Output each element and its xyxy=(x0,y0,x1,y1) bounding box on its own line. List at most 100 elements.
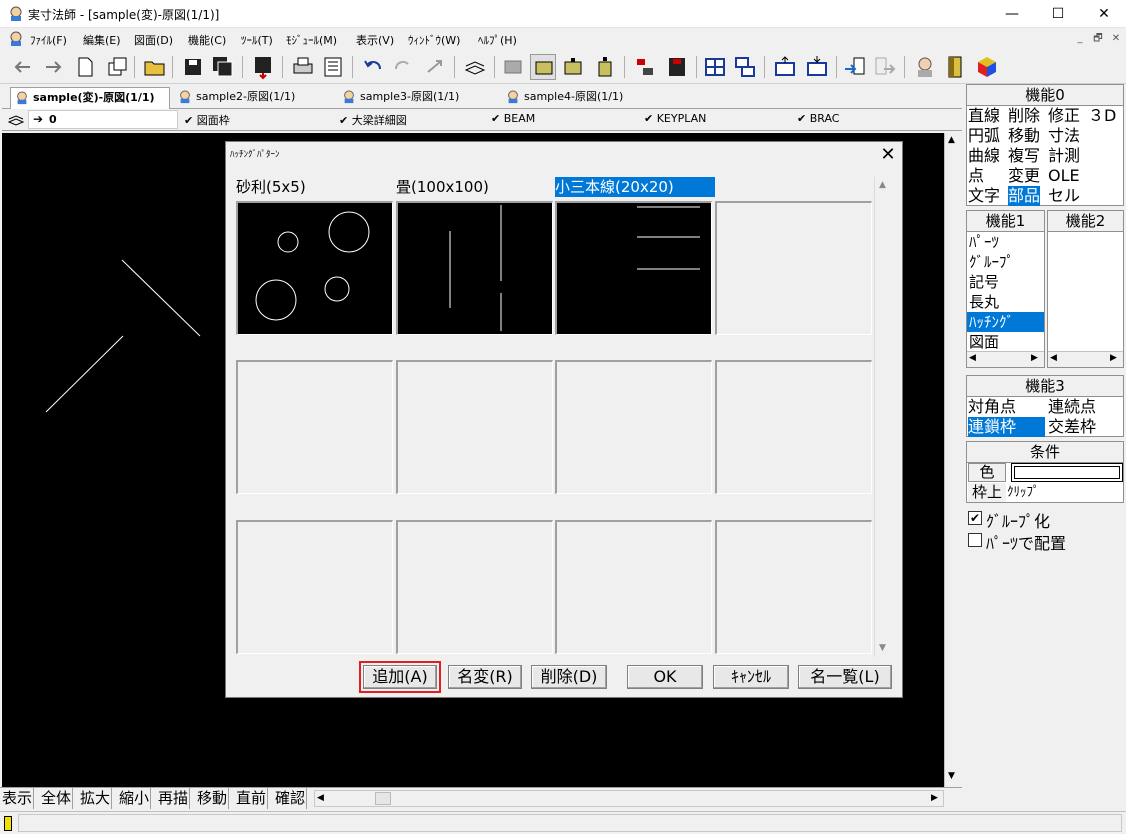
function0-item[interactable]: 変更 xyxy=(1008,166,1040,186)
menu-file[interactable]: ﾌｧｲﾙ(F) xyxy=(30,32,67,48)
doc-icon[interactable] xyxy=(8,31,24,47)
cancel-button[interactable]: ｷｬﾝｾﾙ xyxy=(713,665,789,689)
pattern-cell-empty[interactable] xyxy=(555,360,712,494)
display-mode-2-button[interactable] xyxy=(530,54,556,80)
mdi-restore-button[interactable]: 🗗 xyxy=(1090,32,1106,46)
pattern-cell-empty[interactable] xyxy=(236,520,393,654)
add-button[interactable]: 追加(A) xyxy=(359,661,441,693)
canvas-vertical-scrollbar[interactable]: ▲ ▼ xyxy=(944,133,961,787)
import-button[interactable] xyxy=(842,54,868,80)
function1-scrollbar[interactable]: ◀ ▶ xyxy=(967,351,1044,367)
cmd-display-button[interactable]: 表示 xyxy=(1,788,35,809)
delete-button[interactable]: 削除(D) xyxy=(531,665,607,689)
grid-button[interactable] xyxy=(702,54,728,80)
function1-item[interactable]: 図面 xyxy=(967,332,1044,352)
function0-item[interactable]: 直線 xyxy=(968,106,1000,126)
function0-item[interactable]: 部品 xyxy=(1008,186,1041,206)
pattern-cell-tatami[interactable] xyxy=(396,201,553,335)
tile-button[interactable] xyxy=(732,54,758,80)
layer-beam[interactable]: ✔ BEAM xyxy=(491,112,535,125)
parts-checkbox-row[interactable]: ﾊﾟｰﾂで配置 xyxy=(966,530,1124,553)
function2-scrollbar[interactable]: ◀ ▶ xyxy=(1048,351,1123,367)
pattern-name-three-lines[interactable]: 小三本線(20x20) xyxy=(555,177,715,197)
redo-button[interactable] xyxy=(390,54,416,80)
cmd-zoom-in-button[interactable]: 拡大 xyxy=(79,788,113,809)
menu-module[interactable]: ﾓｼﾞｭｰﾙ(M) xyxy=(286,32,337,48)
function3-item[interactable]: 交差枠 xyxy=(1048,417,1125,437)
cmd-redraw-button[interactable]: 再描 xyxy=(157,788,191,809)
group-checkbox-row[interactable]: ✔ ｸﾞﾙｰﾌﾟ化 xyxy=(966,508,1124,531)
arrange-button[interactable] xyxy=(632,54,658,80)
ok-button[interactable]: OK xyxy=(627,665,703,689)
group-checkbox[interactable]: ✔ xyxy=(968,511,982,525)
cmd-pan-button[interactable]: 移動 xyxy=(196,788,230,809)
pattern-cell-empty[interactable] xyxy=(715,201,872,335)
cmd-previous-button[interactable]: 直前 xyxy=(235,788,269,809)
pattern-cell-empty[interactable] xyxy=(715,520,872,654)
function1-item[interactable]: ｸﾞﾙｰﾌﾟ xyxy=(967,252,1044,272)
bottom-button[interactable] xyxy=(804,54,830,80)
scroll-left-icon[interactable]: ◀ xyxy=(969,353,976,363)
rename-button[interactable]: 名変(R) xyxy=(448,665,522,689)
scroll-right-icon[interactable]: ▶ xyxy=(1110,353,1117,363)
exit-button[interactable] xyxy=(942,54,968,80)
back-button[interactable] xyxy=(10,54,36,80)
display-mode-3-button[interactable] xyxy=(560,54,586,80)
user-button[interactable] xyxy=(912,54,938,80)
pattern-name-tatami[interactable]: 畳(100x100) xyxy=(396,177,489,197)
function0-item[interactable]: OLE xyxy=(1048,166,1080,186)
function0-item[interactable]: 寸法 xyxy=(1048,126,1080,146)
menu-edit[interactable]: 編集(E) xyxy=(83,32,121,48)
tab-sample[interactable]: sample(変)-原図(1/1) xyxy=(10,87,170,109)
scroll-down-icon[interactable]: ▼ xyxy=(948,771,955,781)
tab-sample3[interactable]: sample3-原図(1/1) xyxy=(338,87,498,109)
function1-item[interactable]: 記号 xyxy=(967,272,1044,292)
cmd-zoom-out-button[interactable]: 縮小 xyxy=(118,788,152,809)
scroll-left-icon[interactable]: ◀ xyxy=(317,793,324,803)
function0-item[interactable]: 点 xyxy=(968,166,984,186)
display-mode-1-button[interactable] xyxy=(500,54,526,80)
scroll-down-icon[interactable]: ▼ xyxy=(879,643,886,653)
scroll-left-icon[interactable]: ◀ xyxy=(1050,353,1057,363)
function0-item[interactable]: 移動 xyxy=(1008,126,1040,146)
function3-item[interactable]: 連鎖枠 xyxy=(968,417,1045,437)
menu-drawing[interactable]: 図面(D) xyxy=(134,32,173,48)
new-window-button[interactable] xyxy=(104,54,130,80)
maximize-button[interactable]: ☐ xyxy=(1035,0,1081,28)
display-mode-4-button[interactable] xyxy=(592,54,618,80)
name-list-button[interactable]: 名一覧(L) xyxy=(798,665,892,689)
save-red-button[interactable] xyxy=(664,54,690,80)
menu-help[interactable]: ﾍﾙﾌﾟ(H) xyxy=(478,32,517,48)
repeat-button[interactable] xyxy=(422,54,448,80)
dialog-close-button[interactable]: ✕ xyxy=(876,144,900,166)
pattern-name-gravel[interactable]: 砂利(5x5) xyxy=(236,177,306,197)
function0-item[interactable]: 円弧 xyxy=(968,126,1000,146)
tab-sample4[interactable]: sample4-原図(1/1) xyxy=(502,87,662,109)
layer-button[interactable] xyxy=(462,54,488,80)
frame-select[interactable]: ｸﾘｯﾌﾟ xyxy=(1007,483,1123,502)
top-button[interactable] xyxy=(772,54,798,80)
menu-function[interactable]: 機能(C) xyxy=(188,32,226,48)
function1-item[interactable]: ﾊｯﾁﾝｸﾞ xyxy=(967,312,1044,332)
pattern-cell-empty[interactable] xyxy=(236,360,393,494)
close-button[interactable]: ✕ xyxy=(1081,0,1126,28)
function0-item[interactable]: 文字 xyxy=(968,186,1000,206)
mdi-minimize-button[interactable]: _ xyxy=(1072,32,1088,46)
layer-oohari[interactable]: ✔ 大梁詳細図 xyxy=(339,112,407,128)
mdi-close-button[interactable]: ✕ xyxy=(1108,32,1124,46)
canvas-horizontal-scrollbar[interactable]: ◀ ▶ xyxy=(314,790,944,807)
pattern-cell-three-lines[interactable] xyxy=(555,201,712,335)
color-swatch[interactable] xyxy=(1011,463,1123,482)
pattern-cell-empty[interactable] xyxy=(396,520,553,654)
menu-view[interactable]: 表示(V) xyxy=(356,32,394,48)
export-button[interactable] xyxy=(872,54,898,80)
menu-tools[interactable]: ﾂｰﾙ(T) xyxy=(241,32,273,48)
scroll-up-icon[interactable]: ▲ xyxy=(948,135,955,145)
function3-item[interactable]: 連続点 xyxy=(1048,397,1125,417)
function0-item[interactable]: 曲線 xyxy=(968,146,1000,166)
function0-item[interactable]: セル xyxy=(1048,186,1080,206)
function1-item[interactable]: ﾊﾟｰﾂ xyxy=(967,232,1044,252)
cmd-confirm-button[interactable]: 確認 xyxy=(274,788,308,809)
minimize-button[interactable]: — xyxy=(989,0,1035,28)
forward-button[interactable] xyxy=(40,54,66,80)
